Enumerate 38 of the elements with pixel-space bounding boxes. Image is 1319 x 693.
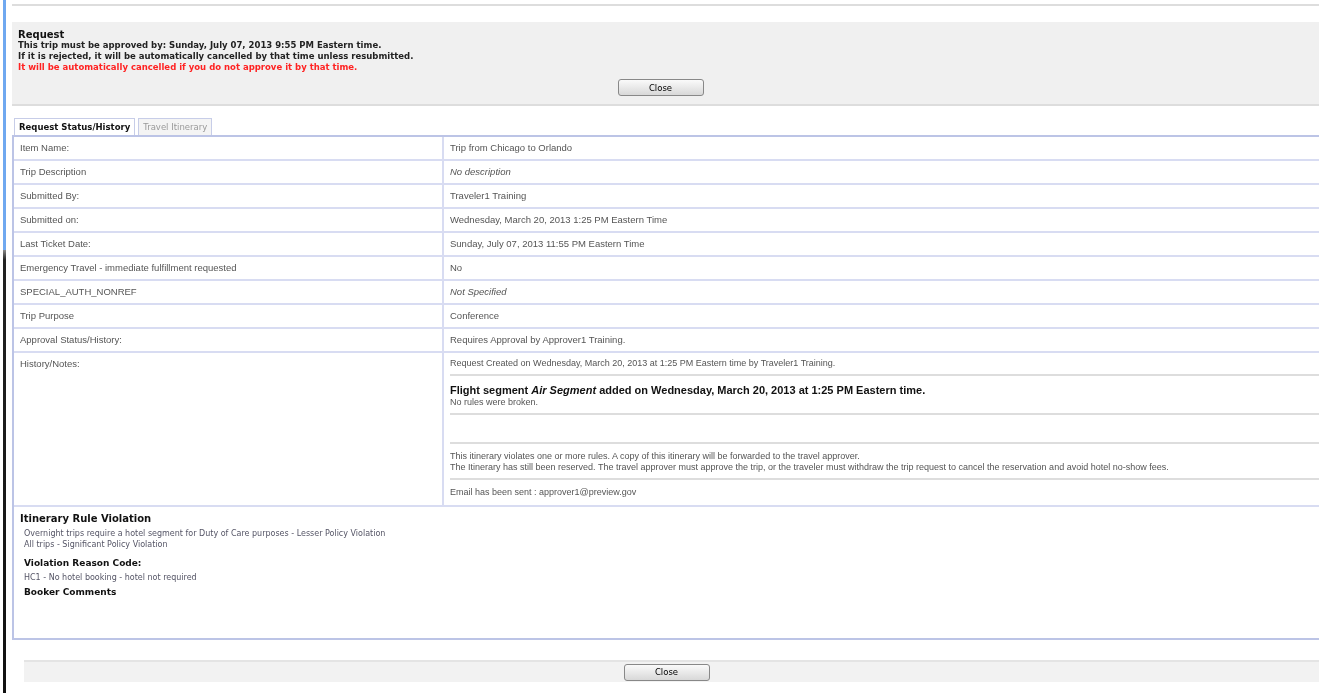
section-title: Booker Comments: [23, 587, 118, 597]
field-label: Submitted on:: [14, 209, 444, 233]
history-heading: Flight segment Air Segment added on Wednesday, March 20, 2013 at 1:25 PM Eastern time.: [450, 383, 927, 398]
rule-text: Overnight trips require a hotel segment for Duty of Care purposes - Lesser Policy Violation: [23, 528, 387, 539]
field-label: Approval Status/History:: [14, 329, 444, 353]
history-text: Request Created on Wednesday, March 20, 2013 at 1:25 PM Eastern time by Traveler1 Training.: [450, 358, 837, 369]
field-label: SPECIAL_AUTH_NONREF: [14, 281, 444, 305]
field-value: Requires Approval by Approver1 Training.: [444, 329, 1319, 353]
field-label: Item Name:: [14, 137, 444, 161]
field-label: Trip Purpose: [14, 305, 444, 329]
close-button[interactable]: Close: [623, 663, 710, 681]
field-label: Submitted By:: [14, 185, 444, 209]
request-text: This trip must be approved by: Sunday, July 07, 2013 9:55 PM Eastern time.: [18, 40, 383, 51]
request-title: Request: [18, 29, 65, 40]
reason-text: HC1 - No hotel booking - hotel not required: [23, 572, 198, 583]
history-text: No rules were broken.: [450, 397, 540, 409]
request-text: If it is rejected, it will be automatically cancelled by that time unless resubmitted.: [18, 51, 415, 62]
field-label: Emergency Travel - immediate fulfillment requested: [14, 257, 444, 281]
field-value: Wednesday, March 20, 2013 1:25 PM Eastern Time: [444, 209, 1319, 233]
tab[interactable]: Request Status/History: [14, 118, 136, 135]
field-value: Not Specified: [444, 281, 1319, 305]
history-text: Email has been sent : approver1@preview.gov: [450, 487, 638, 498]
field-value: No: [444, 257, 1319, 281]
field-value: Trip from Chicago to Orlando: [444, 137, 1319, 161]
history-text: The Itinerary has still been reserved. The travel approver must approve the trip, or the traveler must withdraw the trip request to cancel the reservation and avoid hotel no-show fees.: [450, 461, 1170, 473]
rule-text: All trips - Significant Policy Violation: [23, 539, 169, 550]
close-button[interactable]: Close: [617, 79, 704, 96]
field-value: No description: [444, 161, 1319, 185]
section-title: Violation Reason Code:: [23, 558, 143, 568]
field-value: Conference: [444, 305, 1319, 329]
field-value: Sunday, July 07, 2013 11:55 PM Eastern Time: [444, 233, 1319, 257]
field-label: Trip Description: [14, 161, 444, 185]
field-value: Traveler1 Training: [444, 185, 1319, 209]
section-title: Itinerary Rule Violation: [20, 513, 153, 524]
history-text: This itinerary violates one or more rules. A copy of this itinerary will be forwarded to the travel approver.: [450, 450, 861, 462]
warning-text: It will be automatically cancelled if you do not approve it by that time.: [18, 62, 359, 73]
field-label: History/Notes:: [14, 353, 444, 507]
field-label: Last Ticket Date:: [14, 233, 444, 257]
